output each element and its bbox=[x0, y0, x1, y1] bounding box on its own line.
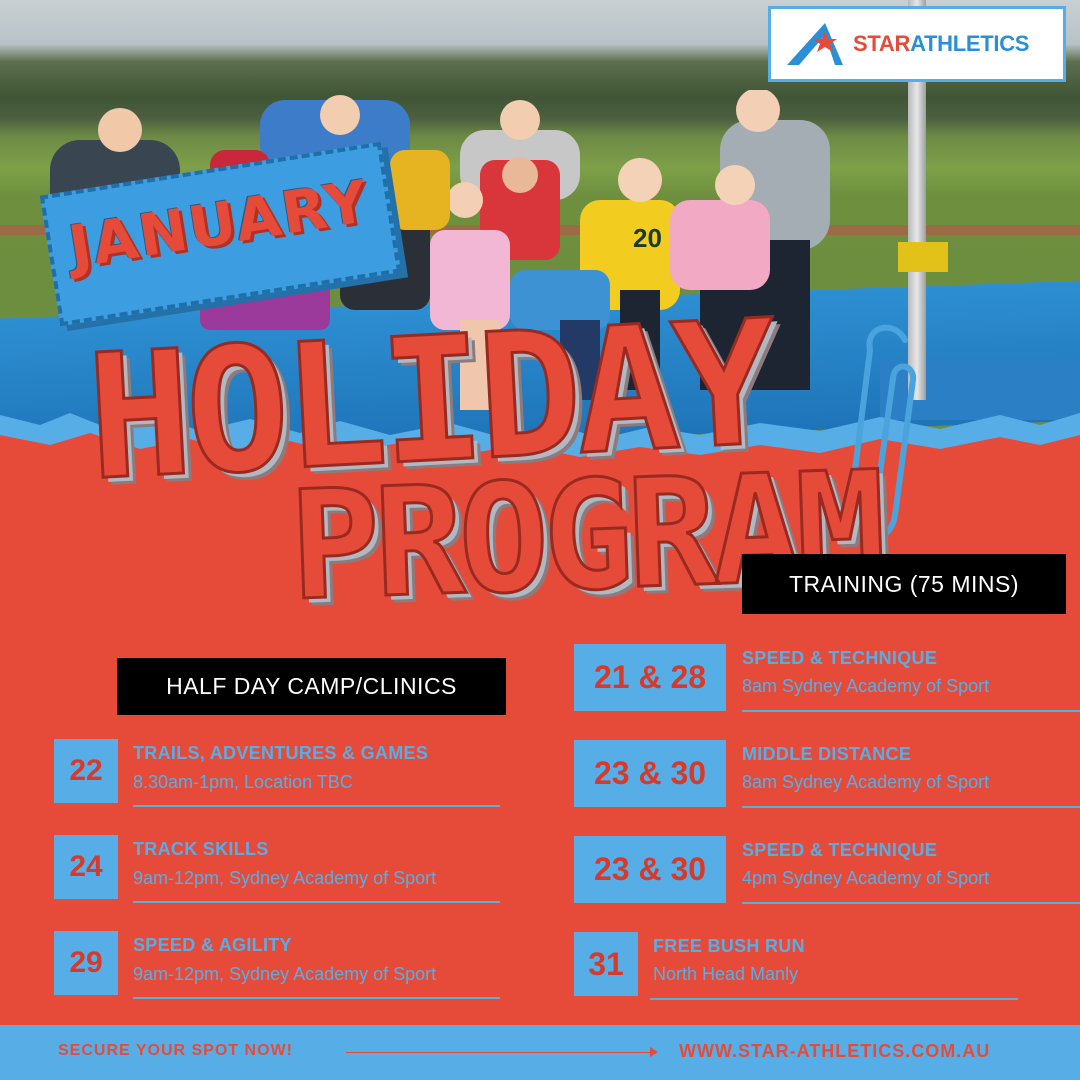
date-badge: 21 & 28 bbox=[574, 644, 726, 711]
camp-label: HALF DAY CAMP/CLINICS bbox=[117, 658, 506, 715]
item-title: TRACK SKILLS bbox=[133, 839, 269, 859]
item-divider bbox=[742, 902, 1080, 904]
logo-word-star: STAR bbox=[853, 31, 911, 56]
item-divider bbox=[133, 901, 500, 903]
pole-sign bbox=[898, 242, 948, 272]
item-divider bbox=[742, 710, 1080, 712]
item-divider bbox=[650, 998, 1018, 1000]
date-badge: 29 bbox=[54, 931, 118, 995]
item-title: SPEED & TECHNIQUE bbox=[742, 648, 938, 668]
training-label: TRAINING (75 MINS) bbox=[742, 554, 1066, 614]
item-divider bbox=[742, 806, 1080, 808]
jersey-number: 20 bbox=[633, 223, 662, 253]
star-logo-icon bbox=[787, 23, 843, 65]
date-badge: 22 bbox=[54, 739, 118, 803]
arrow-line bbox=[346, 1052, 654, 1053]
item-detail: 8am Sydney Academy of Sport bbox=[742, 676, 990, 696]
date-badge: 24 bbox=[54, 835, 118, 899]
item-detail: 8.30am-1pm, Location TBC bbox=[133, 772, 353, 792]
item-title: SPEED & AGILITY bbox=[133, 935, 292, 955]
star-athletics-logo: STARATHLETICS bbox=[768, 6, 1066, 82]
item-detail: 9am-12pm, Sydney Academy of Sport bbox=[133, 868, 437, 888]
item-detail: 9am-12pm, Sydney Academy of Sport bbox=[133, 964, 437, 984]
item-divider bbox=[133, 805, 500, 807]
arrow-right-icon bbox=[650, 1047, 658, 1057]
date-badge: 23 & 30 bbox=[574, 836, 726, 903]
website-link[interactable]: WWW.STAR-ATHLETICS.COM.AU bbox=[679, 1041, 990, 1062]
item-divider bbox=[133, 997, 500, 999]
item-title: FREE BUSH RUN bbox=[653, 936, 805, 956]
item-detail: 4pm Sydney Academy of Sport bbox=[742, 868, 990, 888]
poster: 20 STARATHLETICS JANUARY HOLIDAY PROGRAM… bbox=[0, 0, 1080, 1080]
item-title: TRAILS, ADVENTURES & GAMES bbox=[133, 743, 429, 763]
item-title: SPEED & TECHNIQUE bbox=[742, 840, 938, 860]
item-detail: 8am Sydney Academy of Sport bbox=[742, 772, 990, 792]
cta-text: SECURE YOUR SPOT NOW! bbox=[58, 1042, 293, 1059]
item-detail: North Head Manly bbox=[653, 964, 799, 984]
item-title: MIDDLE DISTANCE bbox=[742, 744, 912, 764]
date-badge: 31 bbox=[574, 932, 638, 996]
logo-wordmark: STARATHLETICS bbox=[853, 31, 1029, 57]
logo-word-athletics: ATHLETICS bbox=[910, 31, 1030, 56]
footer-bar: SECURE YOUR SPOT NOW! WWW.STAR-ATHLETICS… bbox=[0, 1025, 1080, 1080]
date-badge: 23 & 30 bbox=[574, 740, 726, 807]
